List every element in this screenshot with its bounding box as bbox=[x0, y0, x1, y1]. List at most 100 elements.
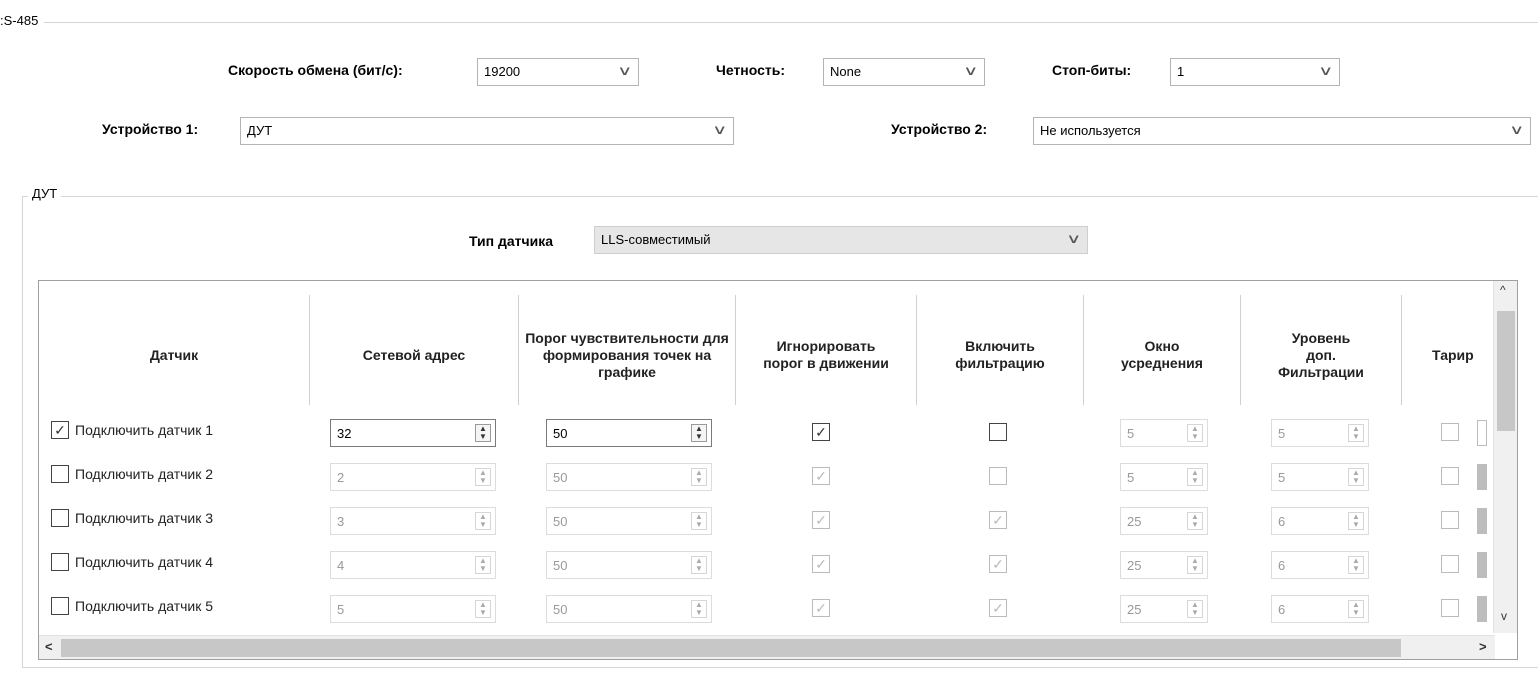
window-spinbox[interactable]: 25 ▲ ▼ bbox=[1120, 507, 1208, 535]
level-spinbox[interactable]: 5 ▲ ▼ bbox=[1271, 463, 1369, 491]
vertical-scroll-thumb[interactable] bbox=[1497, 311, 1515, 431]
window-spinbox[interactable]: 25 ▲ ▼ bbox=[1120, 595, 1208, 623]
level-spinbox[interactable]: 6 ▲ ▼ bbox=[1271, 507, 1369, 535]
spin-arrows-icon[interactable]: ▲ ▼ bbox=[691, 468, 707, 486]
window-spinbox[interactable]: 5 ▲ ▼ bbox=[1120, 463, 1208, 491]
table-row-connect[interactable]: Подключить датчик 5 bbox=[51, 597, 213, 615]
spin-arrows-icon[interactable]: ▲ ▼ bbox=[475, 512, 491, 530]
connect-checkbox[interactable] bbox=[51, 509, 69, 527]
address-value: 5 bbox=[337, 602, 345, 617]
rs485-group-label: :S-485 bbox=[0, 13, 45, 28]
filter-checkbox[interactable]: ✓ bbox=[989, 511, 1007, 529]
sensors-table[interactable]: Датчик Сетевой адрес Порог чувствительно… bbox=[38, 280, 1518, 660]
spin-arrows-icon[interactable]: ▲ ▼ bbox=[475, 468, 491, 486]
sensor-type-value: LLS-совместимый bbox=[601, 232, 711, 247]
address-spinbox[interactable]: 4 ▲ ▼ bbox=[330, 551, 496, 579]
spin-arrows-icon[interactable]: ▲ ▼ bbox=[1348, 600, 1364, 618]
spin-arrows-icon[interactable]: ▲ ▼ bbox=[1187, 424, 1203, 442]
connect-checkbox[interactable] bbox=[51, 553, 69, 571]
level-value: 6 bbox=[1278, 558, 1286, 573]
spin-arrows-icon[interactable]: ▲ ▼ bbox=[1348, 468, 1364, 486]
tariff-checkbox[interactable] bbox=[1441, 599, 1459, 617]
chevron-down-icon: ∨ bbox=[712, 122, 728, 137]
tariff-checkbox[interactable] bbox=[1441, 467, 1459, 485]
window-spinbox[interactable]: 25 ▲ ▼ bbox=[1120, 551, 1208, 579]
address-spinbox[interactable]: 5 ▲ ▼ bbox=[330, 595, 496, 623]
tariff-checkbox[interactable] bbox=[1441, 423, 1459, 441]
table-row-connect[interactable]: ✓ Подключить датчик 1 bbox=[51, 421, 213, 439]
threshold-spinbox[interactable]: 50 ▲ ▼ bbox=[546, 419, 712, 447]
address-spinbox[interactable]: 2 ▲ ▼ bbox=[330, 463, 496, 491]
parity-select[interactable]: None ∨ bbox=[823, 58, 985, 86]
scroll-up-icon[interactable]: ^ bbox=[1500, 283, 1506, 297]
tariff-button[interactable] bbox=[1477, 508, 1487, 534]
threshold-spinbox[interactable]: 50 ▲ ▼ bbox=[546, 595, 712, 623]
level-spinbox[interactable]: 6 ▲ ▼ bbox=[1271, 551, 1369, 579]
device1-select[interactable]: ДУТ ∨ bbox=[240, 117, 734, 145]
spin-arrows-icon[interactable]: ▲ ▼ bbox=[1187, 556, 1203, 574]
table-row-connect[interactable]: Подключить датчик 2 bbox=[51, 465, 213, 483]
tariff-button[interactable] bbox=[1477, 552, 1487, 578]
ignore-checkbox[interactable]: ✓ bbox=[812, 555, 830, 573]
dut-group-label: ДУТ bbox=[28, 186, 62, 201]
tariff-checkbox[interactable] bbox=[1441, 511, 1459, 529]
spin-arrows-icon[interactable]: ▲ ▼ bbox=[1348, 556, 1364, 574]
tariff-button[interactable] bbox=[1477, 596, 1487, 622]
window-spinbox[interactable]: 5 ▲ ▼ bbox=[1120, 419, 1208, 447]
horizontal-scrollbar[interactable]: < > bbox=[39, 635, 1495, 659]
baud-select[interactable]: 19200 ∨ bbox=[477, 58, 639, 86]
sensor-type-select[interactable]: LLS-совместимый ∨ bbox=[594, 226, 1088, 254]
threshold-spinbox[interactable]: 50 ▲ ▼ bbox=[546, 551, 712, 579]
address-value: 3 bbox=[337, 514, 345, 529]
tariff-checkbox[interactable] bbox=[1441, 555, 1459, 573]
spin-arrows-icon[interactable]: ▲ ▼ bbox=[1187, 600, 1203, 618]
address-spinbox[interactable]: 32 ▲ ▼ bbox=[330, 419, 496, 447]
spin-arrows-icon[interactable]: ▲ ▼ bbox=[691, 512, 707, 530]
table-row-connect[interactable]: Подключить датчик 4 bbox=[51, 553, 213, 571]
address-spinbox[interactable]: 3 ▲ ▼ bbox=[330, 507, 496, 535]
filter-checkbox[interactable] bbox=[989, 467, 1007, 485]
chevron-down-icon: ∨ bbox=[1509, 122, 1525, 137]
spin-arrows-icon[interactable]: ▲ ▼ bbox=[691, 424, 707, 442]
ignore-checkbox[interactable]: ✓ bbox=[812, 599, 830, 617]
level-spinbox[interactable]: 5 ▲ ▼ bbox=[1271, 419, 1369, 447]
spin-arrows-icon[interactable]: ▲ ▼ bbox=[691, 600, 707, 618]
spin-arrows-icon[interactable]: ▲ ▼ bbox=[1348, 424, 1364, 442]
threshold-spinbox[interactable]: 50 ▲ ▼ bbox=[546, 463, 712, 491]
spin-arrows-icon[interactable]: ▲ ▼ bbox=[475, 424, 491, 442]
header-level: Уровень доп. Фильтрации bbox=[1278, 329, 1364, 380]
device2-value: Не используется bbox=[1040, 123, 1141, 138]
device2-select[interactable]: Не используется ∨ bbox=[1033, 117, 1531, 145]
connect-checkbox[interactable] bbox=[51, 597, 69, 615]
scroll-left-icon[interactable]: < bbox=[45, 639, 53, 654]
connect-label: Подключить датчик 1 bbox=[75, 422, 214, 438]
tariff-button[interactable] bbox=[1477, 420, 1487, 446]
spin-arrows-icon[interactable]: ▲ ▼ bbox=[691, 556, 707, 574]
spin-arrows-icon[interactable]: ▲ ▼ bbox=[1348, 512, 1364, 530]
scroll-right-icon[interactable]: > bbox=[1479, 639, 1487, 654]
tariff-button[interactable] bbox=[1477, 464, 1487, 490]
horizontal-scroll-thumb[interactable] bbox=[61, 639, 1401, 657]
threshold-spinbox[interactable]: 50 ▲ ▼ bbox=[546, 507, 712, 535]
spin-arrows-icon[interactable]: ▲ ▼ bbox=[475, 556, 491, 574]
level-value: 5 bbox=[1278, 426, 1286, 441]
vertical-scrollbar[interactable]: ^ v bbox=[1493, 281, 1517, 633]
baud-value: 19200 bbox=[484, 64, 521, 79]
level-spinbox[interactable]: 6 ▲ ▼ bbox=[1271, 595, 1369, 623]
spin-arrows-icon[interactable]: ▲ ▼ bbox=[475, 600, 491, 618]
spin-arrows-icon[interactable]: ▲ ▼ bbox=[1187, 468, 1203, 486]
filter-checkbox[interactable]: ✓ bbox=[989, 555, 1007, 573]
filter-checkbox[interactable] bbox=[989, 423, 1007, 441]
ignore-checkbox[interactable]: ✓ bbox=[812, 511, 830, 529]
address-value: 4 bbox=[337, 558, 345, 573]
ignore-checkbox[interactable]: ✓ bbox=[812, 423, 830, 441]
connect-checkbox[interactable] bbox=[51, 465, 69, 483]
scroll-down-icon[interactable]: v bbox=[1501, 609, 1507, 623]
filter-checkbox[interactable]: ✓ bbox=[989, 599, 1007, 617]
table-row-connect[interactable]: Подключить датчик 3 bbox=[51, 509, 213, 527]
header-sensor: Датчик bbox=[149, 346, 199, 363]
spin-arrows-icon[interactable]: ▲ ▼ bbox=[1187, 512, 1203, 530]
connect-checkbox[interactable]: ✓ bbox=[51, 421, 69, 439]
stopbits-select[interactable]: 1 ∨ bbox=[1170, 58, 1340, 86]
ignore-checkbox[interactable]: ✓ bbox=[812, 467, 830, 485]
